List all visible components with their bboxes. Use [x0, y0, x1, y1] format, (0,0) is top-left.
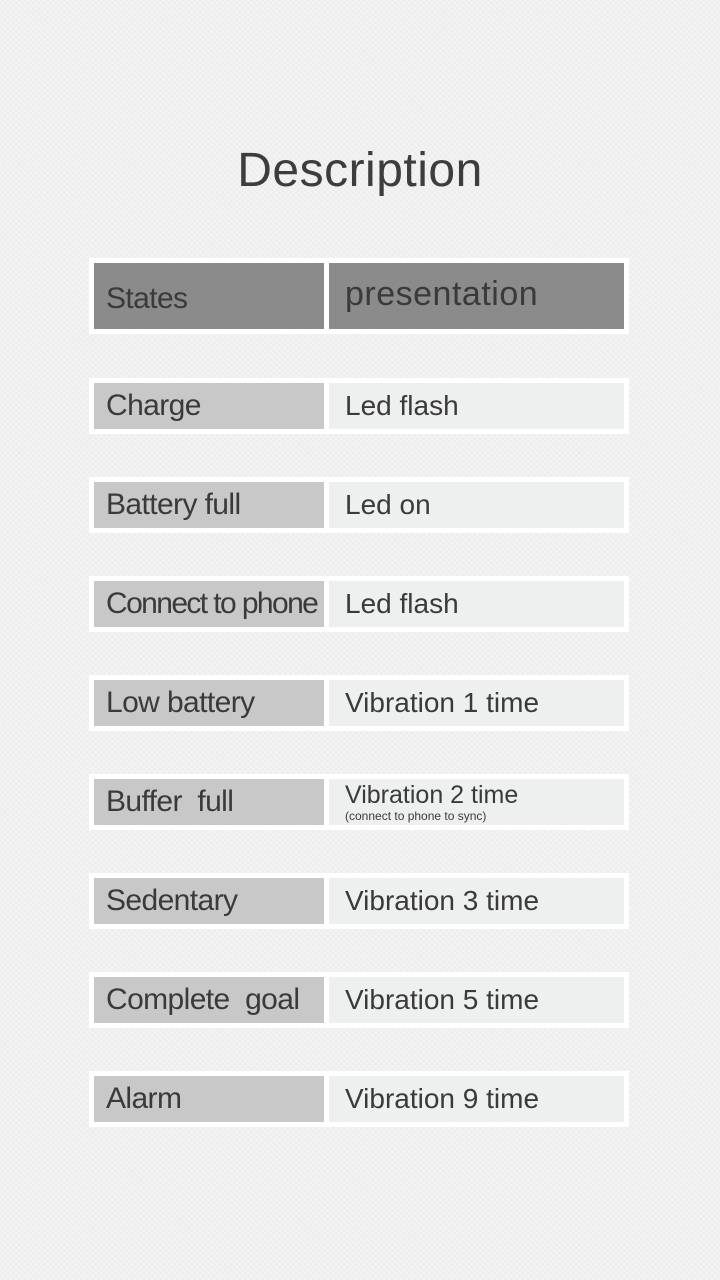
- presentation-text: Vibration 2 time: [345, 780, 519, 809]
- presentation-cell: Vibration 1 time: [329, 680, 624, 726]
- presentation-cell: Vibration 2 time (connect to phone to sy…: [329, 779, 624, 825]
- table-row: Low battery Vibration 1 time: [89, 675, 629, 731]
- header-states: States: [94, 263, 324, 329]
- presentation-cell: Led flash: [329, 383, 624, 429]
- table-row: Sedentary Vibration 3 time: [89, 873, 629, 929]
- table-header: States presentation: [89, 258, 629, 334]
- presentation-note: (connect to phone to sync): [345, 808, 487, 823]
- table-row: Battery full Led on: [89, 477, 629, 533]
- header-presentation: presentation: [329, 263, 624, 329]
- presentation-cell: Vibration 3 time: [329, 878, 624, 924]
- state-cell: Complete goal: [94, 977, 324, 1023]
- presentation-cell: Led on: [329, 482, 624, 528]
- presentation-cell: Vibration 5 time: [329, 977, 624, 1023]
- state-cell: Sedentary: [94, 878, 324, 924]
- table-row: Complete goal Vibration 5 time: [89, 972, 629, 1028]
- table-row: Buffer full Vibration 2 time (connect to…: [89, 774, 629, 830]
- presentation-cell: Vibration 9 time: [329, 1076, 624, 1122]
- state-cell: Alarm: [94, 1076, 324, 1122]
- state-cell: Connect to phone: [94, 581, 324, 627]
- table-row: Connect to phone Led flash: [89, 576, 629, 632]
- state-cell: Low battery: [94, 680, 324, 726]
- state-cell: Battery full: [94, 482, 324, 528]
- page-title: Description: [237, 144, 483, 197]
- table-row: Alarm Vibration 9 time: [89, 1071, 629, 1127]
- table-row: Charge Led flash: [89, 378, 629, 434]
- state-cell: Charge: [94, 383, 324, 429]
- presentation-cell: Led flash: [329, 581, 624, 627]
- state-cell: Buffer full: [94, 779, 324, 825]
